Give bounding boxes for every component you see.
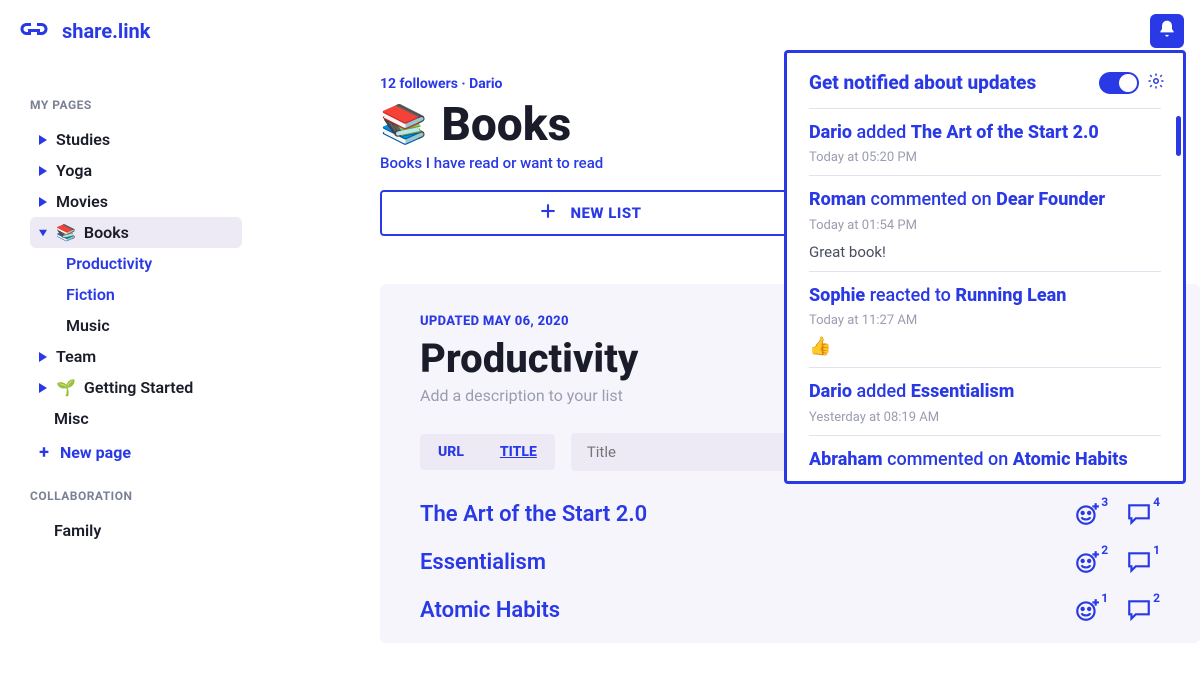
notif-time: Today at 05:20 PM	[809, 150, 1161, 165]
notification-item[interactable]: Dario added The Art of the Start 2.0 Tod…	[809, 108, 1161, 175]
notif-time: Yesterday at 08:19 AM	[809, 410, 1161, 425]
scrollbar[interactable]	[1176, 116, 1181, 156]
notifications-title: Get notified about updates	[809, 71, 1036, 94]
notif-target: Running Lean	[955, 285, 1066, 306]
reaction-count: 3	[1101, 495, 1108, 509]
new-page-button[interactable]: + New page	[30, 434, 242, 471]
notifications-panel: Get notified about updates Dario added T…	[784, 50, 1186, 484]
comment-button[interactable]: 1	[1126, 549, 1160, 575]
sidebar-item-label: Team	[56, 347, 96, 366]
plus-icon: +	[38, 442, 50, 463]
thumbs-up-icon: 👍	[809, 336, 1161, 357]
plus-icon	[538, 201, 558, 225]
sort-tabs: URL TITLE	[420, 434, 555, 470]
notif-target: The Art of the Start 2.0	[911, 122, 1099, 143]
comment-count: 2	[1153, 591, 1160, 605]
sidebar-item-movies[interactable]: Movies	[30, 186, 242, 217]
app-logo[interactable]: share.link	[16, 18, 150, 44]
chevron-right-icon	[38, 135, 48, 145]
reaction-count: 2	[1101, 543, 1108, 557]
sidebar-item-yoga[interactable]: Yoga	[30, 155, 242, 186]
sidebar-item-getting-started[interactable]: 🌱 Getting Started	[30, 372, 242, 403]
reaction-button[interactable]: 1	[1074, 597, 1108, 623]
notification-item[interactable]: Dario added Essentialism Yesterday at 08…	[809, 367, 1161, 434]
notif-time: Today at 01:54 PM	[809, 218, 1161, 233]
chevron-right-icon	[38, 352, 48, 362]
list-item-title: Atomic Habits	[420, 598, 560, 623]
sidebar-item-label: Family	[54, 521, 101, 540]
sidebar-item-label: Misc	[54, 409, 89, 428]
sidebar-item-label: Yoga	[56, 161, 92, 180]
sidebar-item-team[interactable]: Team	[30, 341, 242, 372]
chevron-down-icon	[38, 228, 48, 238]
notif-actor: Sophie	[809, 285, 865, 306]
app-name: share.link	[62, 19, 150, 43]
sidebar-section-collaboration: COLLABORATION	[30, 489, 242, 503]
notif-target: Essentialism	[911, 381, 1015, 402]
list-item[interactable]: Atomic Habits 1 2	[420, 597, 1160, 623]
sidebar-item-productivity[interactable]: Productivity	[30, 248, 242, 279]
sidebar-item-music[interactable]: Music	[30, 310, 242, 341]
reaction-button[interactable]: 2	[1074, 549, 1108, 575]
sidebar-item-label: Fiction	[66, 285, 115, 304]
sidebar-item-label: Getting Started	[84, 378, 193, 397]
sidebar-item-label: Studies	[56, 130, 110, 149]
sidebar-item-label: Books	[84, 223, 129, 242]
comment-count: 4	[1153, 495, 1160, 509]
gear-icon[interactable]	[1147, 72, 1165, 94]
link-icon	[16, 18, 52, 44]
comment-button[interactable]: 2	[1126, 597, 1160, 623]
bell-icon	[1157, 19, 1177, 43]
tab-url[interactable]: URL	[420, 434, 482, 470]
sidebar-item-studies[interactable]: Studies	[30, 124, 242, 155]
tab-title[interactable]: TITLE	[482, 434, 555, 470]
reaction-button[interactable]: 3	[1074, 501, 1108, 527]
books-icon: 📚	[56, 223, 76, 242]
page-icon: 📚	[380, 103, 427, 147]
notif-verb: commented on	[887, 449, 1008, 470]
notification-item[interactable]: Sophie reacted to Running Lean Today at …	[809, 271, 1161, 367]
chevron-right-icon	[38, 383, 48, 393]
notif-actor: Dario	[809, 122, 852, 143]
list-item[interactable]: Essentialism 2 1	[420, 549, 1160, 575]
notif-body: Great book!	[809, 243, 1161, 261]
notifications-button[interactable]	[1150, 14, 1184, 48]
list-items: The Art of the Start 2.0 3 4 Essentialis	[420, 501, 1160, 623]
chevron-right-icon	[38, 166, 48, 176]
list-item-title: The Art of the Start 2.0	[420, 502, 647, 527]
sidebar: MY PAGES Studies Yoga Movies 📚 Books Pro…	[0, 48, 260, 684]
page-title: Books	[441, 98, 571, 152]
notif-target: Dear Founder	[996, 189, 1105, 210]
sidebar-item-misc[interactable]: Misc	[30, 403, 242, 434]
notif-actor: Roman	[809, 189, 866, 210]
new-list-label: NEW LIST	[570, 204, 641, 222]
notif-verb: commented on	[871, 189, 992, 210]
list-item[interactable]: The Art of the Start 2.0 3 4	[420, 501, 1160, 527]
chevron-right-icon	[38, 197, 48, 207]
reaction-count: 1	[1101, 591, 1108, 605]
sidebar-item-fiction[interactable]: Fiction	[30, 279, 242, 310]
notif-target: Atomic Habits	[1013, 449, 1128, 470]
new-list-button[interactable]: NEW LIST	[380, 190, 800, 236]
sprout-icon: 🌱	[56, 378, 76, 397]
sidebar-item-family[interactable]: Family	[30, 515, 242, 546]
sidebar-section-mypages: MY PAGES	[30, 98, 242, 112]
sidebar-item-label: Movies	[56, 192, 108, 211]
comment-count: 1	[1153, 543, 1160, 557]
notif-verb: added	[856, 381, 906, 402]
notification-item[interactable]: Roman commented on Dear Founder Today at…	[809, 175, 1161, 270]
sidebar-item-books[interactable]: 📚 Books	[30, 217, 242, 248]
notification-item[interactable]: Abraham commented on Atomic Habits	[809, 435, 1161, 481]
list-item-title: Essentialism	[420, 550, 546, 575]
notif-verb: reacted to	[870, 285, 951, 306]
notif-verb: added	[856, 122, 906, 143]
notif-actor: Dario	[809, 381, 852, 402]
notif-actor: Abraham	[809, 449, 883, 470]
notifications-toggle[interactable]	[1099, 72, 1139, 94]
new-page-label: New page	[60, 443, 131, 462]
notif-time: Today at 11:27 AM	[809, 313, 1161, 328]
sidebar-item-label: Music	[66, 316, 110, 335]
sidebar-item-label: Productivity	[66, 254, 152, 273]
comment-button[interactable]: 4	[1126, 501, 1160, 527]
